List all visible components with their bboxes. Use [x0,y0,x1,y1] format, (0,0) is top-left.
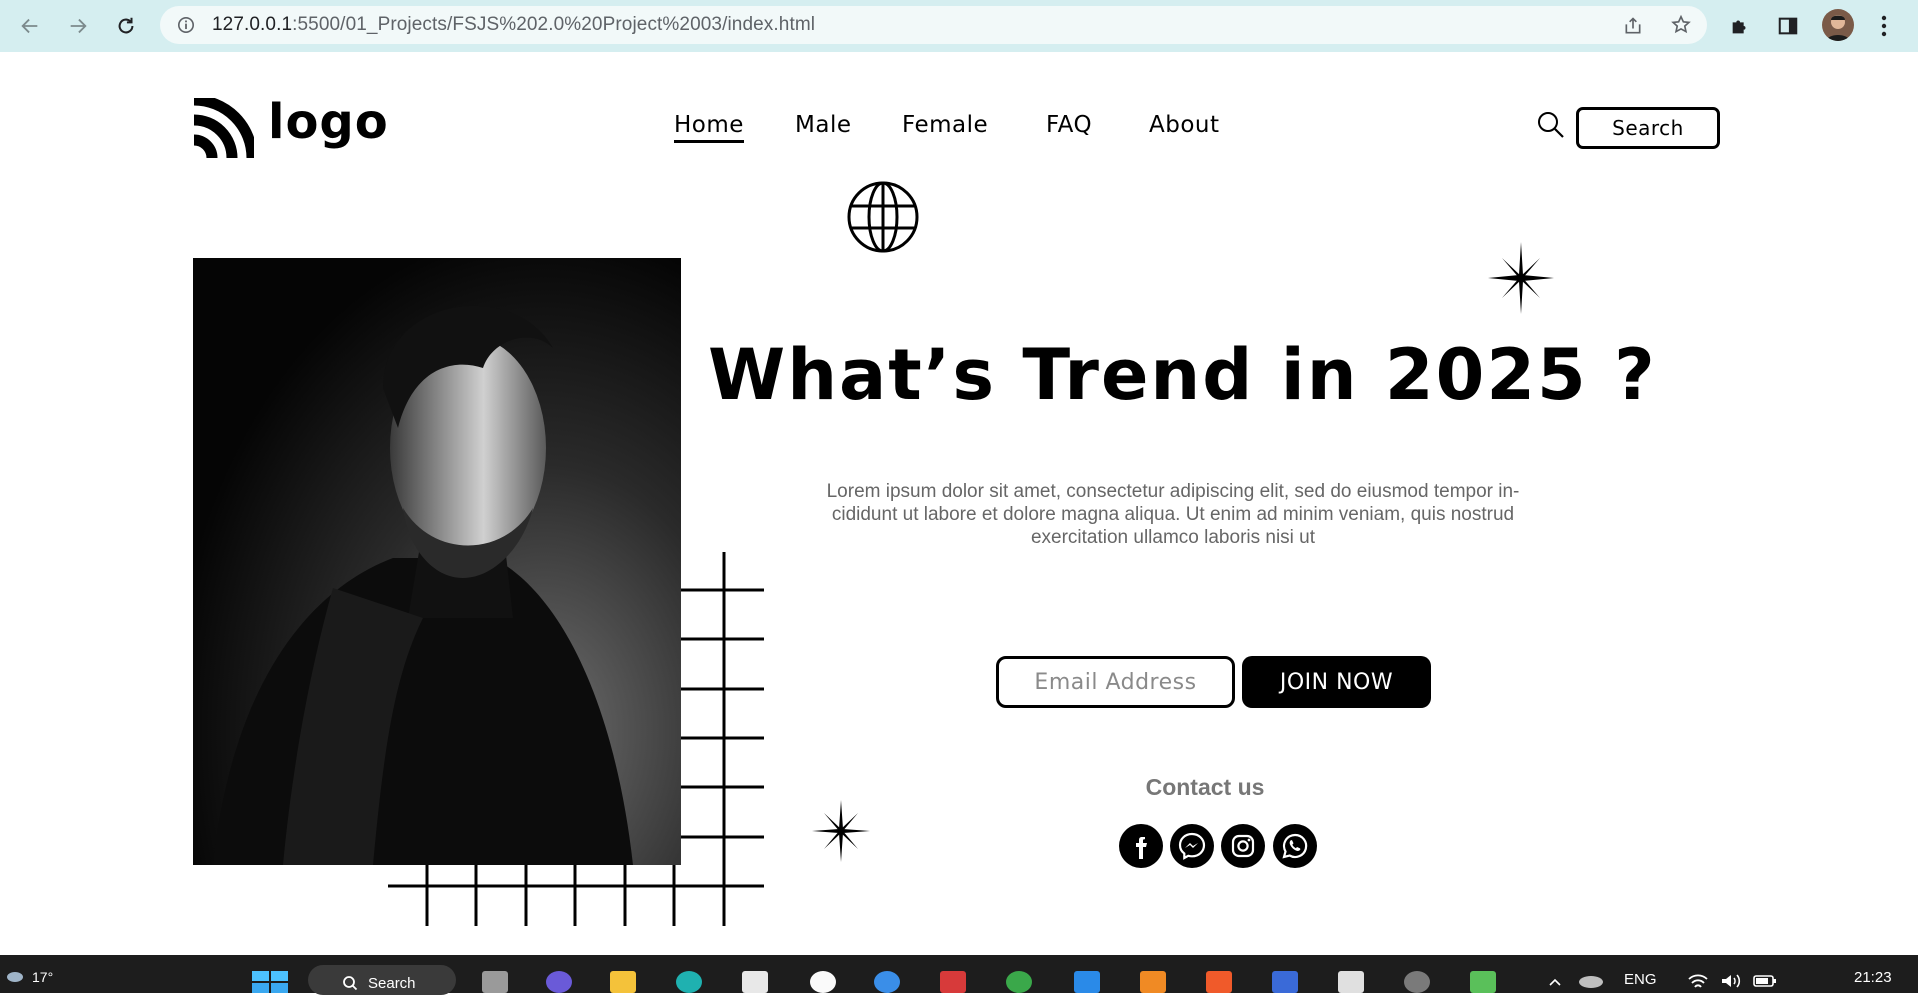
snipping-tool-icon[interactable] [1470,971,1496,993]
hero-paragraph: Lorem ipsum dolor sit amet, consectetur … [826,481,1520,548]
nav-home[interactable]: Home [674,112,744,143]
address-bar[interactable]: 127.0.0.1:5500/01_Projects/FSJS%202.0%20… [160,6,1707,44]
active-app-icon[interactable] [1338,971,1364,993]
search-button[interactable]: Search [1576,107,1720,149]
globe-icon [846,180,920,254]
browser-toolbar: 127.0.0.1:5500/01_Projects/FSJS%202.0%20… [0,0,1918,52]
url-host: 127.0.0.1 [212,14,293,35]
taskbar-search-label: Search [368,975,416,992]
nav-female[interactable]: Female [902,112,988,138]
nav-faq[interactable]: FAQ [1046,112,1092,138]
weather-cloud-icon[interactable] [6,967,24,983]
taskbar-search-icon [343,976,358,991]
vscode-icon[interactable] [1074,971,1100,993]
back-button[interactable] [16,12,44,40]
site-info-icon[interactable] [176,15,196,35]
taskbar-search[interactable]: Search [308,965,456,995]
sparkle-star-small-icon [812,800,870,862]
onedrive-cloud-icon[interactable] [1578,971,1604,989]
browser-menu-icon[interactable] [1874,14,1894,38]
arrow-right-icon [70,18,87,34]
wifi-icon[interactable] [1686,971,1710,991]
hero-portrait-image [193,258,681,865]
nav-about[interactable]: About [1149,112,1220,138]
side-panel-icon[interactable] [1776,14,1800,38]
arrow-left-icon [21,18,38,34]
photos-icon[interactable] [1272,971,1298,993]
bookmark-star-icon[interactable] [1670,14,1692,36]
email-field[interactable]: Email Address [996,656,1235,708]
gmail-icon[interactable] [940,971,966,993]
whatsapp-icon[interactable] [1273,824,1317,868]
web-page: logo Home Male Female FAQ About Search W… [0,52,1918,955]
clock-time[interactable]: 21:23 [1854,969,1892,986]
sparkle-star-icon [1488,242,1554,314]
instagram-icon[interactable] [1221,824,1265,868]
facebook-icon[interactable] [1119,824,1163,868]
pinned-app-icon[interactable] [874,971,900,993]
extensions-puzzle-icon[interactable] [1728,14,1752,38]
volume-icon[interactable] [1718,971,1742,991]
join-now-button[interactable]: JOIN NOW [1242,656,1431,708]
file-explorer-icon[interactable] [610,971,636,993]
brave-icon[interactable] [1206,971,1232,993]
windows-start-icon[interactable] [252,971,288,993]
store-icon[interactable] [742,971,768,993]
logo-text[interactable]: logo [268,94,389,150]
language-indicator[interactable]: ENG [1624,971,1657,988]
profile-avatar[interactable] [1822,9,1854,41]
share-icon[interactable] [1622,15,1644,37]
reload-icon [118,17,134,34]
chevron-up-icon[interactable] [1548,975,1562,989]
logo-mark-icon[interactable] [192,98,254,160]
chrome-icon[interactable] [1006,971,1032,993]
task-view-icon[interactable] [482,971,508,993]
url-text[interactable]: 127.0.0.1:5500/01_Projects/FSJS%202.0%20… [212,14,815,36]
nav-male[interactable]: Male [795,112,851,138]
teams-icon[interactable] [546,971,572,993]
hero-headline: What’s Trend in 2025 ? [708,334,1657,416]
battery-icon[interactable] [1752,971,1778,991]
reload-button[interactable] [112,12,140,40]
vlc-icon[interactable] [1140,971,1166,993]
windows-taskbar: 17° Search ENG 21:23 [0,955,1918,995]
messenger-icon[interactable] [1170,824,1214,868]
edge-icon[interactable] [676,971,702,993]
forward-button[interactable] [64,12,92,40]
url-path: :5500/01_Projects/FSJS%202.0%20Project%2… [292,14,816,35]
contact-heading: Contact us [1145,774,1265,800]
weather-temp[interactable]: 17° [32,969,53,985]
settings-gear-icon[interactable] [1404,971,1430,993]
chatgpt-icon[interactable] [810,971,836,993]
search-icon[interactable] [1536,110,1566,140]
